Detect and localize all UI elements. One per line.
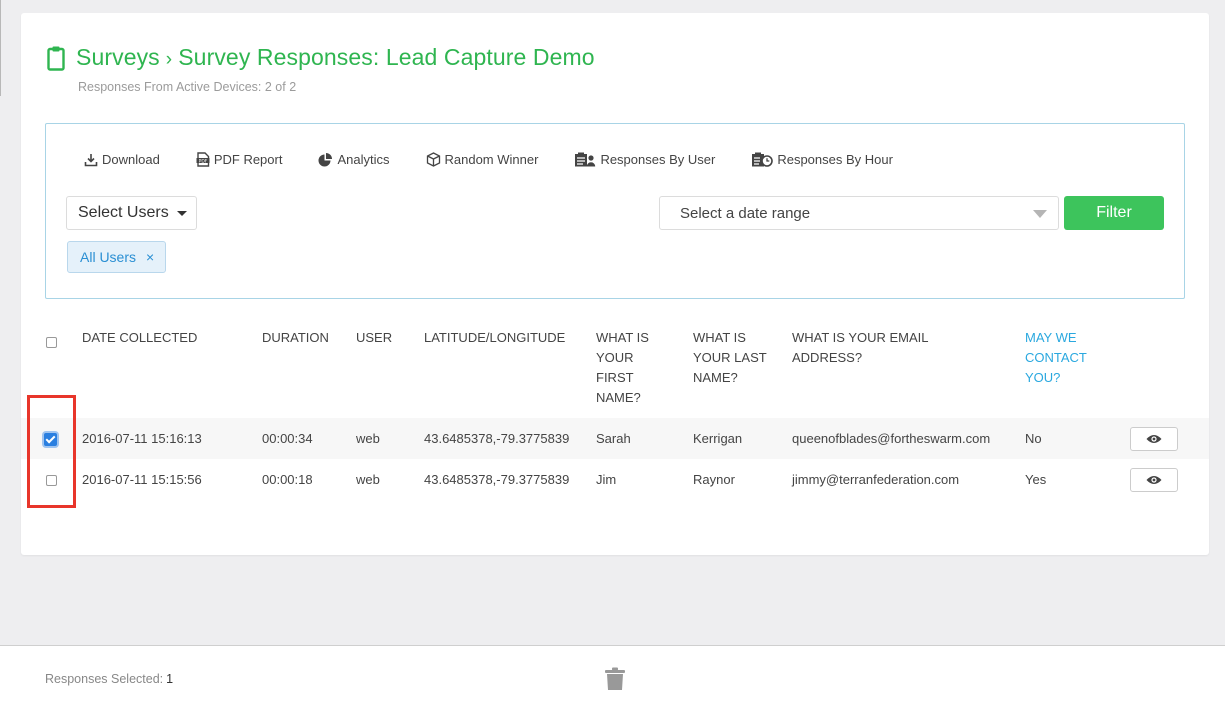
cell-email: queenofblades@fortheswarm.com (792, 418, 1025, 459)
pdf-report-label: PDF Report (213, 152, 283, 167)
clipboard-clock-icon (752, 152, 774, 167)
cell-user: web (356, 418, 424, 459)
responses-by-hour-label: Responses By Hour (777, 152, 893, 167)
responses-by-user-label: Responses By User (600, 152, 716, 167)
cell-duration: 00:00:34 (262, 418, 356, 459)
pdf-file-icon: PDF (196, 152, 210, 167)
table-header-row: DATE COLLECTED DURATION USER LATITUDE/LO… (21, 319, 1209, 418)
responses-selected-status: Responses Selected: 1 (45, 672, 173, 686)
select-all-checkbox[interactable] (46, 337, 57, 349)
page-title: Surveys › Survey Responses: Lead Capture D… (76, 44, 595, 71)
table-row: 2016-07-11 15:15:56 00:00:18 web 43.6485… (21, 459, 1209, 500)
view-response-button[interactable] (1130, 467, 1178, 492)
column-header-email[interactable]: WHAT IS YOUR EMAIL ADDRESS? (792, 319, 1025, 418)
date-range-picker[interactable]: Select a date range (659, 196, 1059, 230)
responses-by-hour-button[interactable]: Responses By Hour (751, 152, 893, 167)
chevron-down-icon (1033, 210, 1047, 218)
page-subtitle: Responses From Active Devices: 2 of 2 (78, 80, 297, 94)
all-users-tag: All Users × (67, 241, 166, 273)
eye-icon (1146, 475, 1162, 484)
clipboard-icon (47, 46, 65, 71)
column-header-actions (1130, 319, 1209, 418)
select-users-dropdown[interactable]: Select Users (66, 196, 197, 230)
tag-remove-icon[interactable]: × (146, 249, 154, 265)
eye-icon (1146, 434, 1162, 443)
column-header-first-name[interactable]: WHAT IS YOUR FIRST NAME? (596, 319, 693, 418)
cell-date: 2016-07-11 15:15:56 (82, 472, 202, 487)
breadcrumb-separator: › (165, 49, 173, 70)
survey-responses-card: Surveys › Survey Responses: Lead Capture D… (21, 13, 1209, 555)
cube-icon (426, 152, 440, 167)
analytics-button[interactable]: Analytics (318, 152, 390, 167)
page-title-row: Surveys › Survey Responses: Lead Capture D… (47, 44, 595, 71)
column-header-latlng[interactable]: LATITUDE/LONGITUDE (424, 319, 596, 418)
cell-duration: 00:00:18 (262, 472, 313, 487)
filter-panel: Download PDF PDF Report Analytics Random… (45, 123, 1185, 299)
cell-contact: No (1025, 418, 1130, 459)
date-range-placeholder: Select a date range (680, 204, 811, 222)
download-label: Download (102, 152, 160, 167)
column-header-duration[interactable]: DURATION (262, 319, 356, 418)
cell-user: web (356, 472, 380, 487)
responses-selected-label: Responses Selected: (45, 672, 164, 686)
svg-text:PDF: PDF (198, 158, 207, 164)
responses-table: DATE COLLECTED DURATION USER LATITUDE/LO… (21, 319, 1209, 500)
caret-down-icon (176, 210, 187, 216)
breadcrumb-surveys-link[interactable]: Surveys (76, 44, 160, 70)
cell-last-name: Kerrigan (693, 418, 792, 459)
responses-selected-count: 1 (166, 672, 174, 686)
page-title-text: Survey Responses: Lead Capture Demo (178, 44, 595, 70)
download-icon (84, 153, 98, 166)
left-edge-divider (0, 0, 1, 96)
random-winner-button[interactable]: Random Winner (426, 152, 539, 167)
select-users-label: Select Users (78, 204, 169, 221)
action-toolbar: Download PDF PDF Report Analytics Random… (84, 152, 929, 167)
column-header-date[interactable]: DATE COLLECTED (82, 319, 262, 418)
responses-by-user-button[interactable]: Responses By User (574, 152, 715, 167)
checkbox-highlight-box (27, 395, 76, 508)
tag-label: All Users (80, 249, 137, 265)
column-header-last-name[interactable]: WHAT IS YOUR LAST NAME? (693, 319, 792, 418)
cell-first-name: Sarah (596, 418, 693, 459)
cell-first-name: Jim (596, 472, 617, 487)
trash-icon[interactable] (604, 667, 626, 691)
column-header-user[interactable]: USER (356, 319, 424, 418)
random-winner-label: Random Winner (444, 152, 539, 167)
clipboard-user-icon (575, 152, 596, 167)
cell-date: 2016-07-11 15:16:13 (82, 418, 262, 459)
cell-latlng: 43.6485378,-79.3775839 (424, 472, 570, 487)
pdf-report-button[interactable]: PDF PDF Report (196, 152, 283, 167)
cell-latlng: 43.6485378,-79.3775839 (424, 418, 596, 459)
analytics-label: Analytics (337, 152, 390, 167)
table-row: 2016-07-11 15:16:13 00:00:34 web 43.6485… (21, 418, 1209, 459)
column-header-contact[interactable]: MAY WE CONTACT YOU? (1025, 319, 1130, 418)
cell-last-name: Raynor (693, 472, 735, 487)
cell-email: jimmy@terranfederation.com (792, 472, 960, 487)
filter-button[interactable]: Filter (1064, 196, 1164, 230)
download-button[interactable]: Download (84, 152, 160, 167)
pie-chart-icon (318, 153, 333, 167)
view-response-button[interactable] (1130, 426, 1178, 451)
selection-footer: Responses Selected: 1 (0, 645, 1225, 708)
cell-contact: Yes (1025, 472, 1047, 487)
